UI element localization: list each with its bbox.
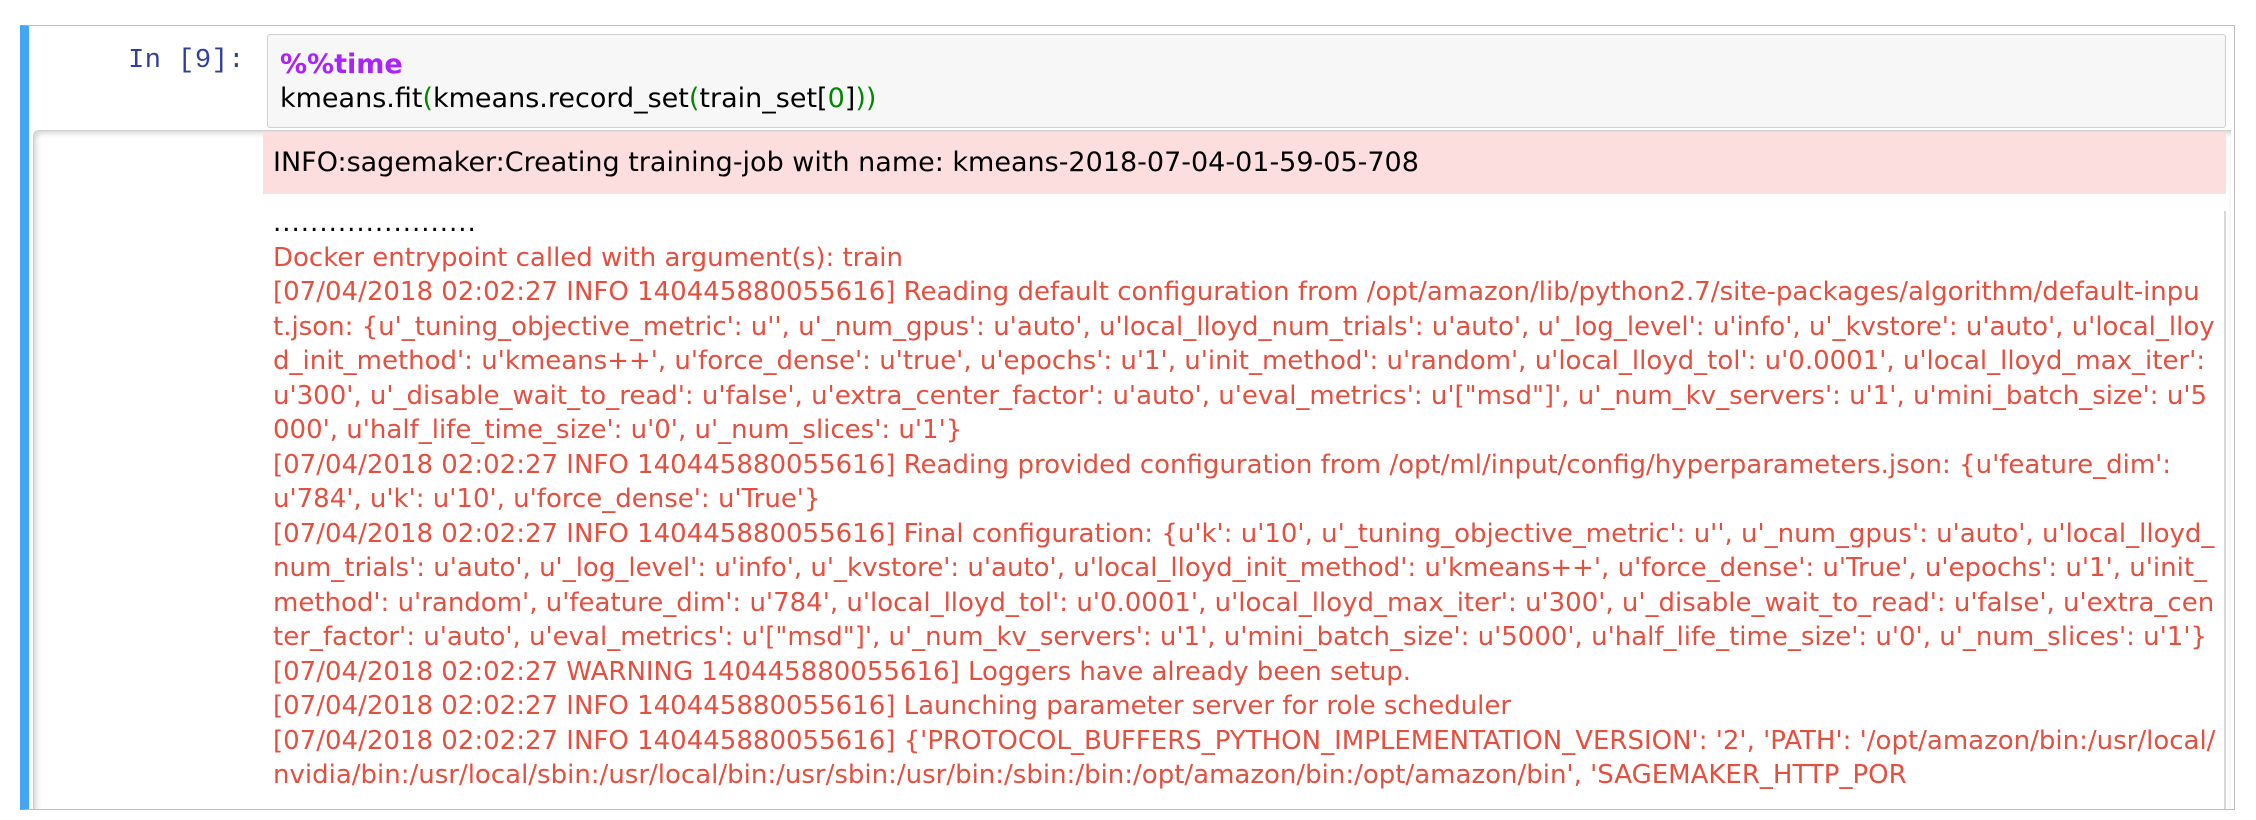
code-token: kmeans.fit bbox=[280, 83, 423, 114]
stream-output[interactable]: ...................... Docker entrypoint… bbox=[263, 206, 2226, 793]
log-line: [07/04/2018 02:02:27 INFO 14044588005561… bbox=[273, 691, 1512, 721]
input-prompt: In [9]: bbox=[128, 46, 245, 76]
code-token: kmeans.record_set bbox=[433, 83, 689, 114]
log-line: [07/04/2018 02:02:27 INFO 14044588005561… bbox=[273, 449, 2172, 515]
log-line: [07/04/2018 02:02:27 INFO 14044588005561… bbox=[273, 725, 2216, 791]
code-line-2: kmeans.fit(kmeans.record_set(train_set[0… bbox=[280, 82, 2213, 116]
log-line: [07/04/2018 02:02:27 INFO 14044588005561… bbox=[273, 277, 2215, 445]
code-token: train_set[ bbox=[699, 83, 828, 114]
stderr-info-message: INFO:sagemaker:Creating training-job wit… bbox=[263, 132, 2226, 194]
code-paren: )) bbox=[855, 83, 877, 114]
notebook-code-cell[interactable]: In [9]: %%time kmeans.fit(kmeans.record_… bbox=[20, 25, 2235, 810]
log-line: [07/04/2018 02:02:27 WARNING 14044588005… bbox=[273, 656, 1412, 687]
output-scrollbar[interactable] bbox=[2224, 211, 2226, 809]
code-editor[interactable]: %%time kmeans.fit(kmeans.record_set(trai… bbox=[267, 34, 2226, 128]
code-paren: ( bbox=[688, 83, 700, 114]
log-line: [07/04/2018 02:02:27 INFO 14044588005561… bbox=[273, 518, 2215, 653]
cell-magic: %%time bbox=[280, 49, 403, 80]
progress-dots: ...................... bbox=[273, 208, 477, 238]
log-line: Docker entrypoint called with argument(s… bbox=[273, 242, 904, 273]
code-line-1: %%time bbox=[280, 48, 2213, 82]
code-number: 0 bbox=[827, 83, 845, 114]
code-paren: ( bbox=[422, 83, 433, 114]
code-token: ] bbox=[844, 83, 856, 114]
